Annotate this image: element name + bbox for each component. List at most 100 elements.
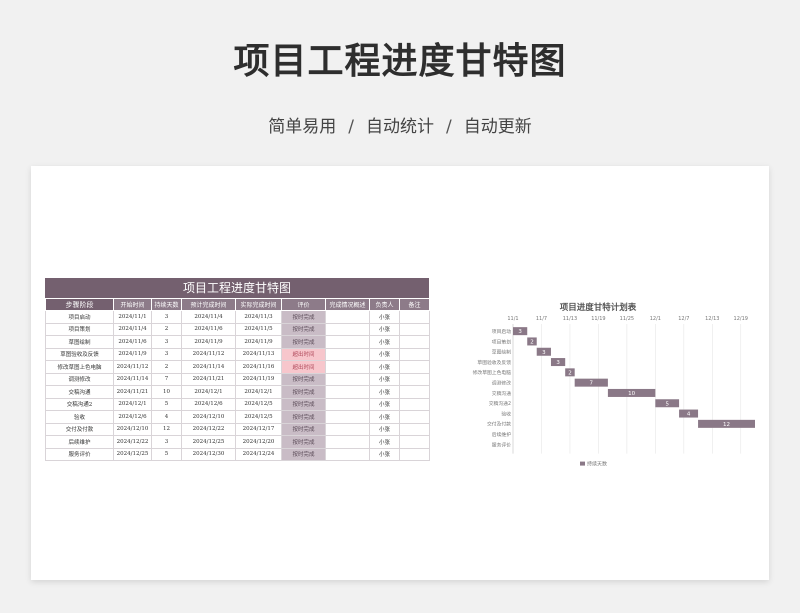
cell-summary [325, 310, 370, 324]
cell-plan: 2024/12/10 [181, 410, 236, 424]
cell-days: 2 [151, 360, 182, 374]
bar-value-label: 12 [723, 422, 730, 428]
legend-label: 持续天数 [587, 461, 607, 468]
cell-owner: 小张 [369, 435, 400, 449]
cell-days: 3 [151, 435, 182, 449]
cell-note [399, 410, 430, 424]
cell-stage: 草图验收及反馈 [45, 347, 114, 361]
cell-owner: 小张 [369, 310, 400, 324]
cell-actual: 2024/11/13 [235, 347, 282, 361]
cell-summary [325, 360, 370, 374]
cell-actual: 2024/11/19 [235, 372, 282, 386]
cell-eval: 按时完成 [281, 385, 326, 399]
cell-stage: 草图绘制 [45, 335, 114, 349]
cell-plan: 2024/12/30 [181, 447, 236, 461]
cell-start: 2024/11/6 [113, 335, 152, 349]
cell-stage: 验收 [45, 410, 114, 424]
x-tick-label: 12/19 [734, 316, 748, 322]
chart-title: 项目进度甘特计划表 [560, 302, 637, 313]
cell-note [399, 435, 430, 449]
table-body: 项目启动 2024/11/1 3 2024/11/4 2024/11/3 按时完成 小张 项目… [45, 310, 430, 461]
table-row: 后续维护 2024/12/22 3 2024/12/25 2024/12/20 按时完成 小… [45, 435, 430, 449]
cell-eval: 按时完成 [281, 322, 326, 336]
cell-plan: 2024/11/14 [181, 360, 236, 374]
x-tick-label: 11/1 [507, 316, 518, 322]
bar-value-label: 2 [530, 339, 534, 345]
cell-plan: 2024/12/1 [181, 385, 236, 399]
bar-value-label: 10 [628, 391, 635, 397]
cell-start: 2024/12/1 [113, 397, 152, 411]
cell-owner: 小张 [369, 397, 400, 411]
cell-summary [325, 322, 370, 336]
cell-actual: 2024/11/9 [235, 335, 282, 349]
subtitle: 简单易用 / 自动统计 / 自动更新 [0, 112, 800, 137]
category-label: 后续维护 [492, 431, 511, 438]
table-row: 修改草图上色电脑 2024/11/12 2 2024/11/14 2024/11/16 超… [45, 360, 430, 374]
cell-eval: 按时完成 [281, 372, 326, 386]
cell-start: 2024/11/1 [113, 310, 152, 324]
cell-stage: 项目启动 [45, 310, 114, 324]
cell-plan: 2024/12/6 [181, 397, 236, 411]
cell-days: 5 [151, 397, 182, 411]
x-tick-label: 11/7 [536, 316, 547, 322]
spreadsheet-preview-card: 项目工程进度甘特图 步骤阶段 开始时间 持续天数 预计完成时间 实际完成时间 评价 完成情况… [31, 166, 769, 580]
cell-days: 4 [151, 410, 182, 424]
category-label: 草图验收及反馈 [477, 359, 511, 366]
bar-value-label: 3 [556, 360, 560, 366]
cell-eval: 按时完成 [281, 447, 326, 461]
cell-plan: 2024/11/6 [181, 322, 236, 336]
cell-summary [325, 347, 370, 361]
cell-actual: 2024/12/20 [235, 435, 282, 449]
cell-summary [325, 397, 370, 411]
cell-start: 2024/12/22 [113, 435, 152, 449]
cell-plan: 2024/11/4 [181, 310, 236, 324]
cell-note [399, 385, 430, 399]
page-title: 项目工程进度甘特图 [233, 41, 567, 82]
column-header: 负责人 [369, 298, 400, 311]
cell-plan: 2024/11/9 [181, 335, 236, 349]
x-tick-label: 11/19 [591, 316, 605, 322]
cell-stage: 交付及付款 [45, 422, 114, 436]
cell-owner: 小张 [369, 447, 400, 461]
cell-plan: 2024/12/25 [181, 435, 236, 449]
cell-owner: 小张 [369, 422, 400, 436]
cell-days: 12 [151, 422, 182, 436]
cell-actual: 2024/12/1 [235, 385, 282, 399]
subtitle-separator: / [446, 117, 452, 137]
cell-summary [325, 335, 370, 349]
cell-days: 10 [151, 385, 182, 399]
cell-note [399, 422, 430, 436]
cell-stage: 修改草图上色电脑 [45, 360, 114, 374]
table-row: 草图验收及反馈 2024/11/9 3 2024/11/12 2024/11/13 超出时… [45, 347, 430, 361]
gantt-chart-svg: 项目进度甘特计划表 11/1 11/7 11/13 11/19 11/25 12/1 12/7… [473, 302, 755, 468]
category-label: 交付及付款 [487, 421, 511, 428]
bar-value-label: 7 [590, 381, 594, 387]
category-label: 项目启动 [492, 328, 511, 335]
cell-summary [325, 385, 370, 399]
column-header: 步骤阶段 [45, 298, 114, 311]
category-label: 修改草图上色电脑 [473, 369, 512, 376]
subtitle-part-3: 自动更新 [463, 117, 532, 137]
cell-stage: 交稿沟通2 [45, 397, 114, 411]
column-header: 预计完成时间 [181, 298, 236, 311]
table-row: 草图绘制 2024/11/6 3 2024/11/9 2024/11/9 按时完成 小张 [45, 335, 430, 349]
column-header: 评价 [281, 298, 326, 311]
cell-note [399, 360, 430, 374]
cell-days: 5 [151, 447, 182, 461]
cell-owner: 小张 [369, 410, 400, 424]
column-header: 持续天数 [151, 298, 182, 311]
bar-value-label: 4 [687, 412, 691, 418]
cell-eval: 按时完成 [281, 310, 326, 324]
cell-summary [325, 447, 370, 461]
cell-note [399, 447, 430, 461]
cell-eval: 按时完成 [281, 435, 326, 449]
table-title: 项目工程进度甘特图 [45, 278, 429, 298]
cell-stage: 交稿沟通 [45, 385, 114, 399]
table-header-row: 步骤阶段 开始时间 持续天数 预计完成时间 实际完成时间 评价 完成情况概述 负责人 备注 [45, 298, 430, 311]
cell-start: 2024/11/12 [113, 360, 152, 374]
bar-value-label: 3 [542, 350, 546, 356]
cell-eval: 按时完成 [281, 410, 326, 424]
table-row: 交稿沟通 2024/11/21 10 2024/12/1 2024/12/1 按时完成 小张 [45, 385, 430, 399]
cell-summary [325, 435, 370, 449]
cell-note [399, 372, 430, 386]
